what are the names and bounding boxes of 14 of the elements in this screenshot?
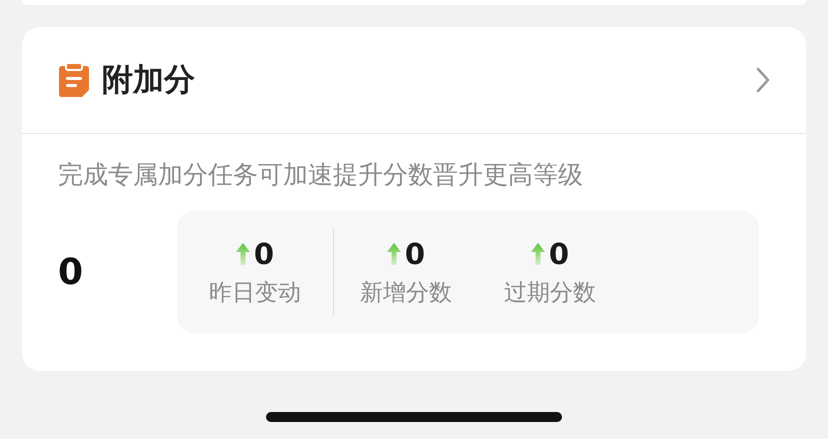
stat-value: 0 xyxy=(404,236,426,270)
up-arrow-icon xyxy=(386,242,401,264)
stat-value: 0 xyxy=(254,236,274,270)
card-description: 完成专属加分任务可加速提升分数晋升更高等级 xyxy=(57,159,584,191)
up-arrow-icon xyxy=(530,242,545,264)
chevron-right-icon[interactable] xyxy=(756,67,770,93)
clipboard-icon xyxy=(58,62,90,98)
up-arrow-icon xyxy=(236,242,250,264)
stat-label: 新增分数 xyxy=(360,278,452,308)
stat-value: 0 xyxy=(548,236,570,270)
card-title: 附加分 xyxy=(102,61,195,100)
stat-label: 昨日变动 xyxy=(209,278,301,308)
score-value: 0 xyxy=(57,252,84,292)
stat-label: 过期分数 xyxy=(504,278,596,308)
